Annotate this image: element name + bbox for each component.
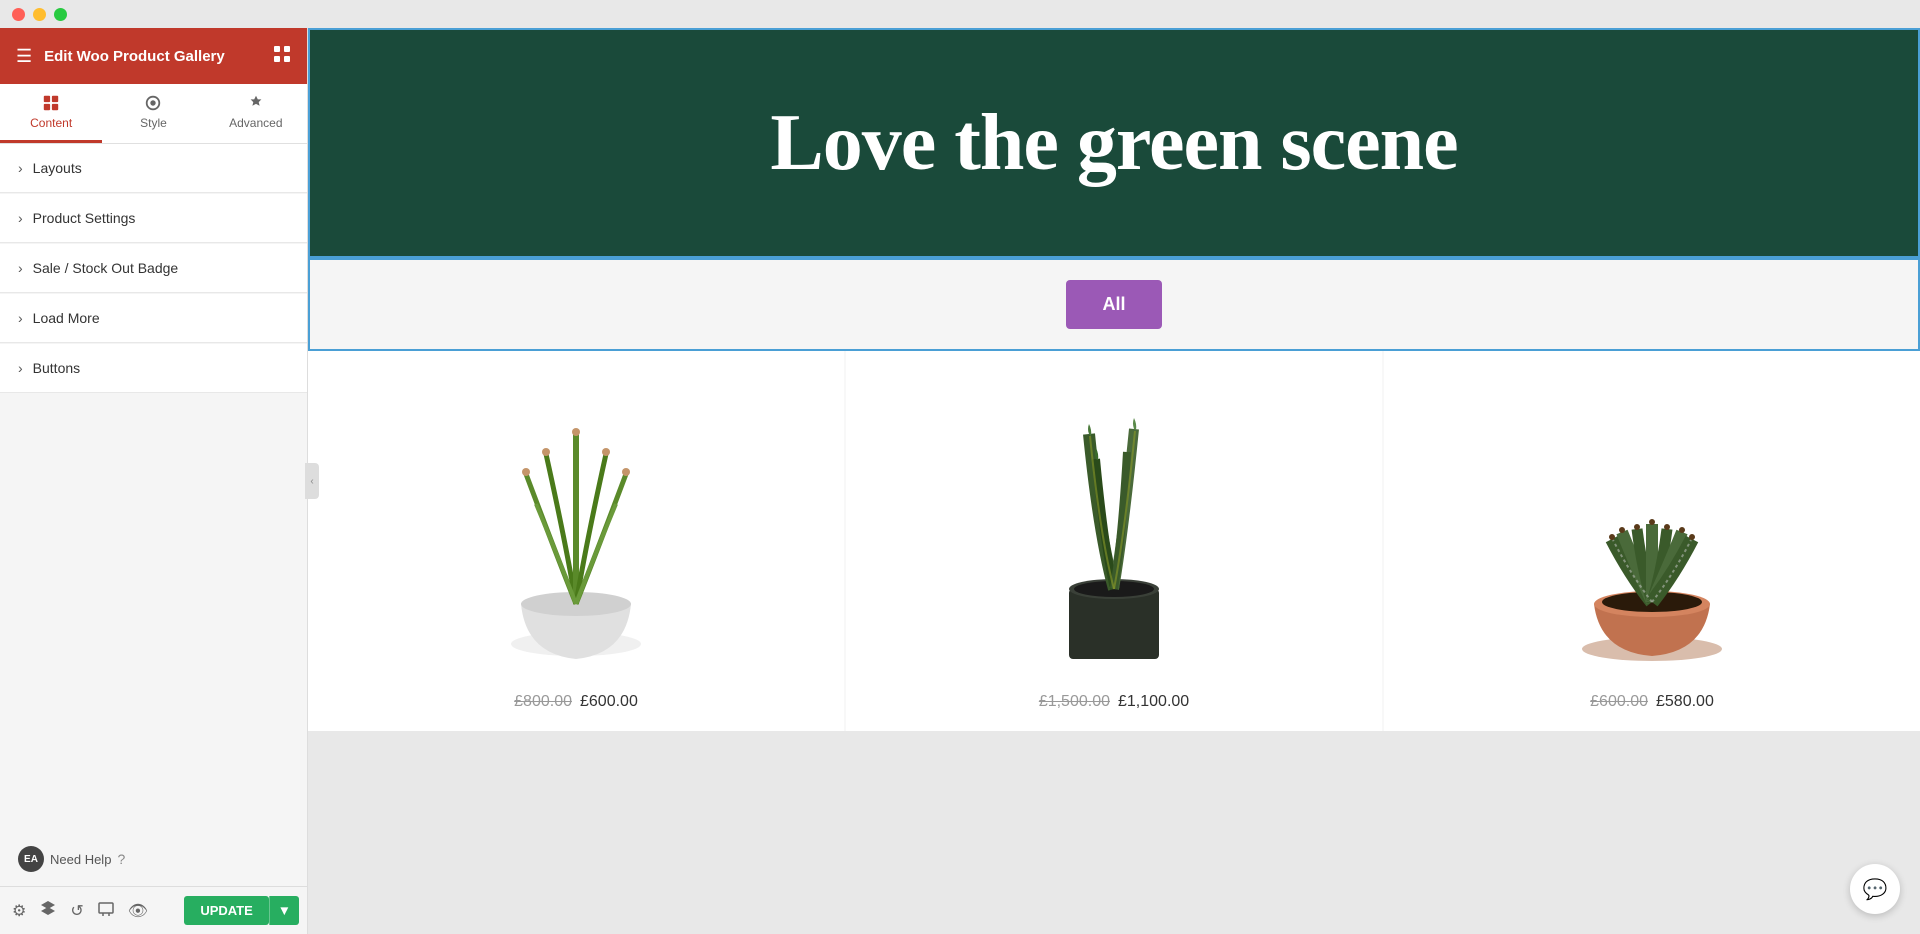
product-price-3: £600.00 £580.00 xyxy=(1590,693,1714,711)
grid-icon[interactable] xyxy=(273,45,291,68)
tab-style[interactable]: Style xyxy=(102,84,204,143)
traffic-light-green[interactable] xyxy=(54,8,67,21)
traffic-light-yellow[interactable] xyxy=(33,8,46,21)
update-button[interactable]: UPDATE xyxy=(184,896,268,925)
hero-section: Love the green scene xyxy=(308,28,1920,258)
sidebar-tabs: Content Style Advanced xyxy=(0,84,307,144)
app-container: ☰ Edit Woo Product Gallery Content Sty xyxy=(0,28,1920,934)
main-content: Love the green scene All xyxy=(308,28,1920,934)
chevron-layouts-icon: › xyxy=(18,160,23,176)
plant-image-3 xyxy=(1522,374,1782,674)
chat-icon: 💬 xyxy=(1863,877,1888,902)
product-image-area-2 xyxy=(866,371,1362,677)
product-price-2: £1,500.00 £1,100.00 xyxy=(1039,693,1189,711)
product-image-area-3 xyxy=(1404,371,1900,677)
filter-section: All xyxy=(308,258,1920,351)
update-group: UPDATE ▼ xyxy=(184,896,299,925)
product-old-price-1: £800.00 xyxy=(514,693,572,711)
products-section: £800.00 £600.00 xyxy=(308,351,1920,731)
products-grid: £800.00 £600.00 xyxy=(308,351,1920,731)
chevron-product-settings-icon: › xyxy=(18,210,23,226)
hamburger-icon[interactable]: ☰ xyxy=(16,46,32,67)
chat-button[interactable]: 💬 xyxy=(1850,864,1900,914)
tab-content[interactable]: Content xyxy=(0,84,102,143)
preview-icon[interactable]: 👁 xyxy=(124,897,152,925)
sidebar: ☰ Edit Woo Product Gallery Content Sty xyxy=(0,28,308,934)
sidebar-header: ☰ Edit Woo Product Gallery xyxy=(0,28,307,84)
sidebar-item-product-settings[interactable]: › Product Settings xyxy=(0,194,307,243)
ea-logo: EA xyxy=(18,846,44,872)
tab-advanced-label: Advanced xyxy=(229,116,282,130)
sidebar-item-sale-badge[interactable]: › Sale / Stock Out Badge xyxy=(0,244,307,293)
bottom-toolbar: ⚙ ↺ 👁 UPDATE ▼ xyxy=(0,886,307,934)
sidebar-item-sale-badge-label: Sale / Stock Out Badge xyxy=(33,260,179,276)
sidebar-item-load-more[interactable]: › Load More xyxy=(0,294,307,343)
sidebar-items: › Layouts › Product Settings › Sale / St… xyxy=(0,144,307,832)
sidebar-footer: EA Need Help ? xyxy=(0,832,307,886)
tab-advanced[interactable]: Advanced xyxy=(205,84,307,143)
product-new-price-2: £1,100.00 xyxy=(1118,693,1189,711)
product-new-price-1: £600.00 xyxy=(580,693,638,711)
tab-content-label: Content xyxy=(30,116,72,130)
tab-style-label: Style xyxy=(140,116,167,130)
plant-image-2 xyxy=(984,374,1244,674)
update-arrow-button[interactable]: ▼ xyxy=(269,896,299,925)
product-new-price-3: £580.00 xyxy=(1656,693,1714,711)
product-old-price-3: £600.00 xyxy=(1590,693,1648,711)
product-price-1: £800.00 £600.00 xyxy=(514,693,638,711)
product-card-3: £600.00 £580.00 xyxy=(1384,351,1920,731)
sidebar-header-left: ☰ Edit Woo Product Gallery xyxy=(16,46,225,67)
settings-icon[interactable]: ⚙ xyxy=(8,897,30,925)
layers-icon[interactable] xyxy=(36,896,60,925)
responsive-icon[interactable] xyxy=(94,896,118,925)
sidebar-item-product-settings-label: Product Settings xyxy=(33,210,136,226)
sidebar-item-buttons[interactable]: › Buttons xyxy=(0,344,307,393)
collapse-handle[interactable]: ‹ xyxy=(305,463,319,499)
sidebar-item-buttons-label: Buttons xyxy=(33,360,80,376)
sidebar-title: Edit Woo Product Gallery xyxy=(44,48,225,65)
history-icon[interactable]: ↺ xyxy=(66,897,87,925)
product-old-price-2: £1,500.00 xyxy=(1039,693,1110,711)
product-image-area-1 xyxy=(328,371,824,677)
sidebar-item-load-more-label: Load More xyxy=(33,310,100,326)
sidebar-item-layouts-label: Layouts xyxy=(33,160,82,176)
traffic-light-red[interactable] xyxy=(12,8,25,21)
help-icon[interactable]: ? xyxy=(117,851,125,867)
product-card-1: £800.00 £600.00 xyxy=(308,351,844,731)
chevron-buttons-icon: › xyxy=(18,360,23,376)
hero-title: Love the green scene xyxy=(770,98,1457,189)
chevron-load-more-icon: › xyxy=(18,310,23,326)
title-bar xyxy=(0,0,1920,28)
sidebar-item-layouts[interactable]: › Layouts xyxy=(0,144,307,193)
need-help-text[interactable]: Need Help xyxy=(50,852,111,867)
product-card-2: £1,500.00 £1,100.00 xyxy=(846,351,1382,731)
filter-all-button[interactable]: All xyxy=(1066,280,1161,329)
plant-image-1 xyxy=(446,374,706,674)
chevron-sale-badge-icon: › xyxy=(18,260,23,276)
